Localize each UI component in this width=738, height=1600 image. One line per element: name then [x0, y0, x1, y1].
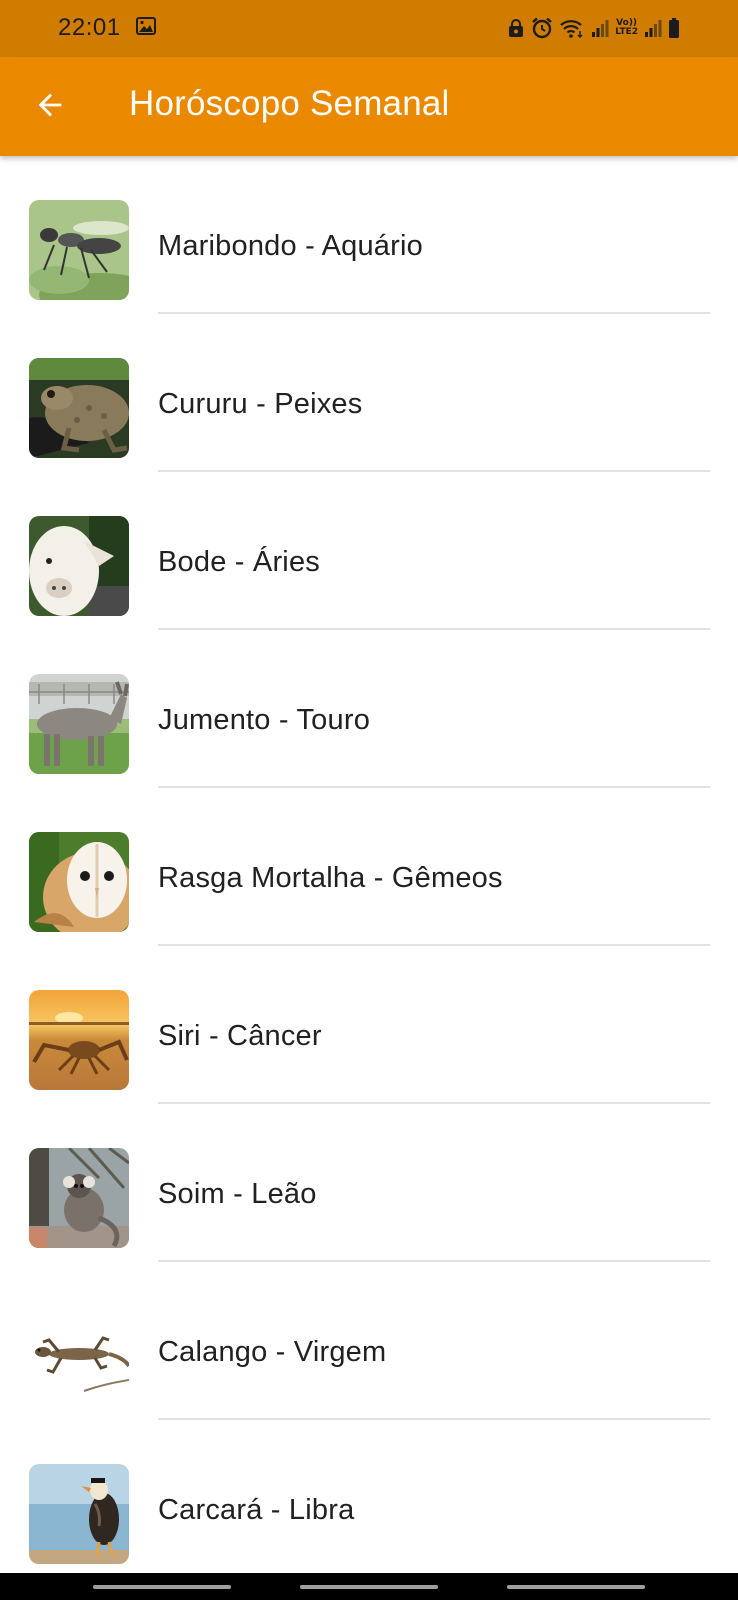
crab-image: [29, 990, 129, 1090]
list-item-label: Rasga Mortalha - Gêmeos: [158, 862, 503, 894]
app-bar: Horóscopo Semanal: [0, 57, 738, 156]
list-item-label: Jumento - Touro: [158, 704, 371, 736]
battery-icon: [668, 17, 680, 39]
lizard-image: [29, 1306, 129, 1406]
marmoset-image: [29, 1148, 129, 1248]
list-item[interactable]: Bode - Áries: [0, 472, 738, 630]
list-item[interactable]: Jumento - Touro: [0, 630, 738, 788]
alarm-icon: [531, 17, 553, 39]
list-item-label: Soim - Leão: [158, 1178, 317, 1210]
nav-home[interactable]: [300, 1585, 438, 1589]
list-item-label: Siri - Câncer: [158, 1020, 322, 1052]
caracara-image: [29, 1464, 129, 1564]
back-button[interactable]: [26, 81, 74, 129]
signal-icon: [591, 18, 609, 38]
gallery-icon: [136, 17, 156, 35]
status-icons: Vo)) LTE2: [507, 14, 680, 42]
list-item-label: Calango - Virgem: [158, 1336, 387, 1368]
list-item[interactable]: Siri - Câncer: [0, 946, 738, 1104]
status-bar: 22:01 Vo)) LTE2: [0, 0, 738, 57]
list-item-label: Bode - Áries: [158, 546, 320, 578]
goat-image: [29, 516, 129, 616]
lte-label: LTE2: [615, 27, 638, 37]
list-item[interactable]: Soim - Leão: [0, 1104, 738, 1262]
nav-recent-apps[interactable]: [93, 1585, 231, 1589]
list-item[interactable]: Carcará - Libra: [0, 1420, 738, 1578]
list-item[interactable]: Cururu - Peixes: [0, 314, 738, 472]
donkey-image: [29, 674, 129, 774]
volte-indicator: Vo)) LTE2: [615, 19, 638, 37]
nav-back[interactable]: [507, 1585, 645, 1589]
wifi-icon: [559, 17, 585, 39]
list-item-label: Carcará - Libra: [158, 1494, 355, 1526]
arrow-back-icon: [38, 93, 62, 117]
signal-icon: [644, 18, 662, 38]
list-item[interactable]: Maribondo - Aquário: [0, 156, 738, 314]
wasp-image: [29, 200, 129, 300]
owl-image: [29, 832, 129, 932]
status-time: 22:01: [58, 14, 121, 41]
list-item[interactable]: Calango - Virgem: [0, 1262, 738, 1420]
list-item-label: Cururu - Peixes: [158, 388, 363, 420]
horoscope-list: Maribondo - Aquário Cururu - Peixes Bode…: [0, 156, 738, 1578]
toad-image: [29, 358, 129, 458]
list-item-label: Maribondo - Aquário: [158, 230, 423, 262]
system-nav-bar: [0, 1573, 738, 1600]
page-title: Horóscopo Semanal: [129, 84, 450, 123]
list-item[interactable]: Rasga Mortalha - Gêmeos: [0, 788, 738, 946]
lock-icon: [507, 18, 525, 38]
